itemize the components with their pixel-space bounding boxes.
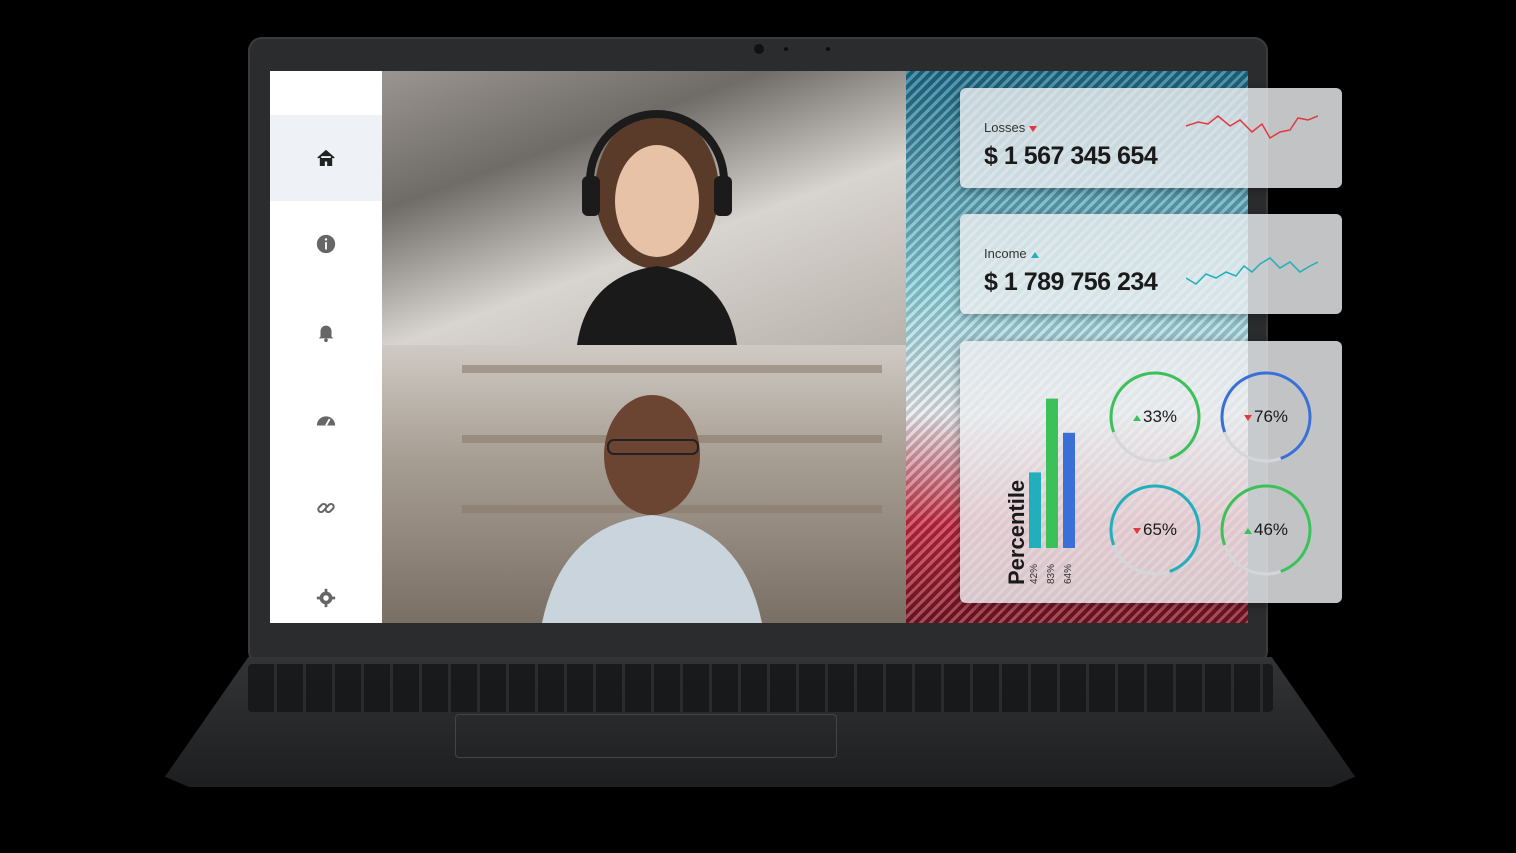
speedometer-icon — [316, 416, 336, 426]
keyboard — [248, 664, 1273, 712]
percentile-bar-label: 42% — [1029, 563, 1040, 584]
trend-down-icon — [1029, 125, 1038, 132]
trend-down-icon — [1243, 414, 1252, 421]
percentile-bar — [1046, 398, 1058, 548]
percentile-bar-label: 64% — [1063, 563, 1074, 584]
sidebar-item-settings[interactable] — [270, 555, 382, 623]
sidebar — [270, 71, 382, 623]
losses-card[interactable]: Losses $ 1 567 345 654 — [960, 88, 1342, 188]
losses-label: Losses — [984, 120, 1026, 135]
home-icon — [317, 149, 335, 167]
losses-value: $ 1 567 345 654 — [984, 142, 1158, 170]
income-value: $ 1 789 756 234 — [984, 268, 1158, 296]
gauge-label: 65% — [1110, 520, 1200, 540]
percentile-bar — [1029, 472, 1041, 548]
sensor-dot — [826, 47, 830, 51]
trend-up-icon — [1243, 527, 1252, 534]
sensor-dot — [784, 47, 788, 51]
trend-up-icon — [1132, 414, 1141, 421]
percentile-bars — [1029, 398, 1075, 548]
gauge-label: 33% — [1110, 407, 1200, 427]
gear-icon — [316, 588, 336, 608]
participant-2-photo — [462, 365, 882, 623]
percentile-bar-label: 83% — [1046, 563, 1057, 584]
sidebar-item-links[interactable] — [270, 465, 382, 551]
video-call-participant-2[interactable] — [382, 345, 906, 623]
bell-icon — [318, 325, 334, 343]
trend-down-icon — [1132, 527, 1141, 534]
income-label: Income — [984, 246, 1027, 261]
sidebar-item-home[interactable] — [270, 115, 382, 201]
gauge-label: 76% — [1221, 407, 1311, 427]
webcam-icon — [754, 44, 764, 54]
video-call-participant-1[interactable] — [382, 71, 906, 345]
sidebar-item-dashboard[interactable] — [270, 377, 382, 463]
sidebar-item-notifications[interactable] — [270, 289, 382, 375]
participant-1-photo — [577, 110, 737, 345]
gauge-label: 46% — [1221, 520, 1311, 540]
losses-sparkline — [1186, 115, 1318, 140]
income-card[interactable]: Income $ 1 789 756 234 — [960, 214, 1342, 314]
percentile-bar — [1063, 432, 1075, 548]
touchpad — [455, 714, 837, 758]
trend-up-icon — [1030, 251, 1039, 258]
info-icon — [316, 234, 336, 254]
income-sparkline — [1186, 257, 1318, 285]
link-icon — [317, 502, 335, 514]
sidebar-item-info[interactable] — [270, 201, 382, 287]
